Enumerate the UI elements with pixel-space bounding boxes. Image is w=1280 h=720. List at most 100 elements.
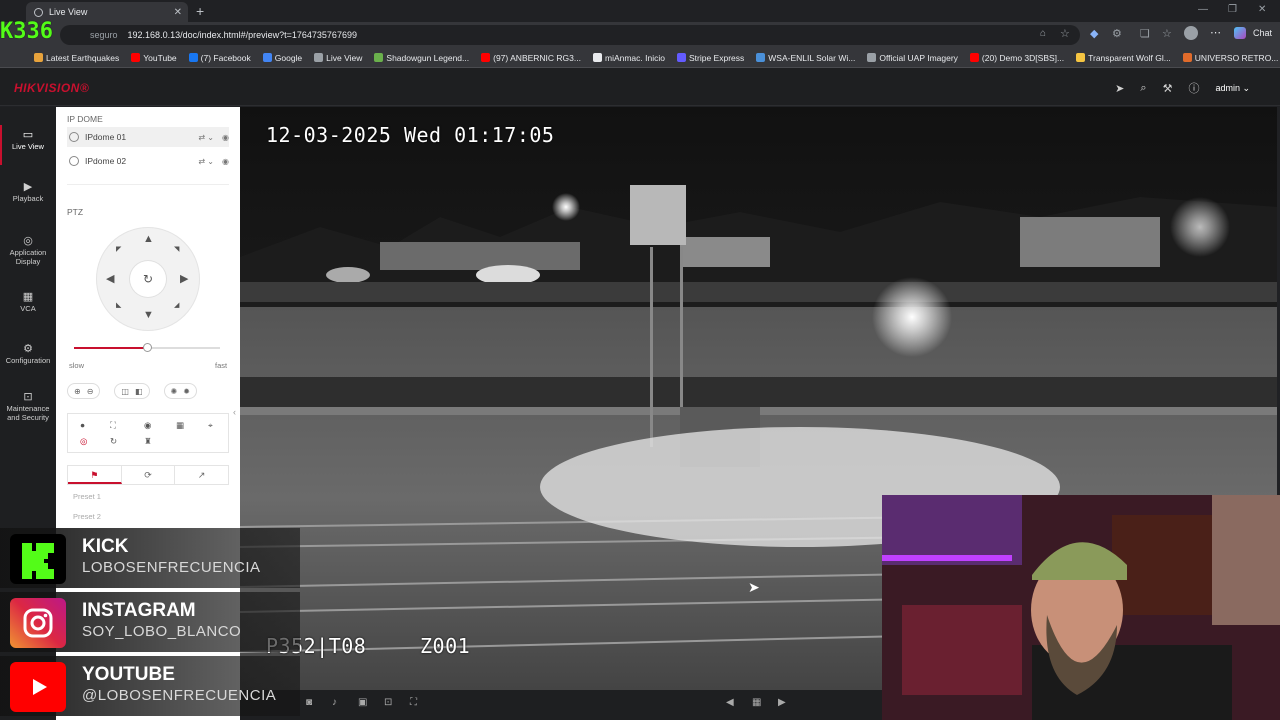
close-window-icon[interactable]: ✕ (1258, 4, 1266, 15)
split-view-icon[interactable]: ❏ (1140, 27, 1150, 40)
ptz-down-right-icon[interactable]: ◢ (174, 301, 179, 309)
ptz-direction-pad[interactable]: ▲ ▼ ◀ ▶ ◤ ◥ ◣ ◢ ↻ (96, 227, 200, 331)
bookmark-item[interactable]: YouTube (131, 53, 177, 63)
tab-patrol[interactable]: ⟳ (122, 466, 176, 484)
social-handle: SOY_LOBO_BLANCO (82, 623, 242, 640)
settings-shortcut-icon[interactable]: ⚒ (1163, 82, 1173, 95)
next-window-icon[interactable]: ▶ (778, 697, 786, 708)
iris-close-icon[interactable]: ✹ (183, 387, 190, 396)
focus-far-icon[interactable]: ◧ (135, 387, 143, 396)
preset-item[interactable]: Preset 1 (73, 492, 101, 501)
bookmark-item[interactable]: Google (262, 53, 302, 63)
browser-tab-bar: Live View ✕ + — ❐ ✕ (0, 0, 1280, 22)
light-icon[interactable]: ● (80, 420, 85, 430)
window-layout-icon[interactable]: ▦ (752, 697, 761, 708)
ptz-right-icon[interactable]: ▶ (180, 272, 188, 285)
install-icon[interactable]: ⌂ (1040, 28, 1046, 39)
speed-slow-label: slow (69, 361, 85, 370)
refresh-icon[interactable]: ↻ (110, 436, 117, 447)
bookmark-item[interactable]: Transparent Wolf Gl... (1076, 53, 1171, 63)
stream-select-icon[interactable]: ⇄ ⌄ (198, 157, 214, 166)
bookmark-item[interactable]: Latest Earthquakes (34, 53, 119, 63)
bookmark-item[interactable]: Live View (314, 53, 362, 63)
grid-icon[interactable]: ▦ (176, 420, 184, 431)
bookmark-item[interactable]: (7) Facebook (188, 53, 251, 63)
tab-presets[interactable]: ⚑ (68, 466, 122, 484)
zoom-out-icon[interactable]: ⊖ (87, 387, 94, 396)
bookmark-item[interactable]: WSA-ENLIL Solar Wi... (756, 53, 855, 63)
camera-item-1[interactable]: IPdome 01 ⇄ ⌄ ◉ (67, 127, 229, 147)
patrol-icon: ⟳ (144, 470, 152, 480)
chat-button[interactable]: Chat (1253, 28, 1272, 38)
extensions-icon[interactable]: ⚙ (1112, 27, 1122, 40)
zoom-in-icon[interactable]: ⊕ (74, 387, 81, 396)
park-icon[interactable]: ♜ (144, 436, 152, 447)
nav-item-vca[interactable]: ▦ VCA (0, 292, 56, 314)
tab-pattern[interactable]: ↗ (175, 466, 228, 484)
search-icon[interactable]: ⌕ (1140, 82, 1146, 95)
capture-icon[interactable]: ◙ (306, 697, 312, 708)
ptz-up-left-icon[interactable]: ◤ (116, 245, 121, 253)
digital-zoom-icon[interactable]: ⊡ (384, 697, 392, 708)
info-icon[interactable]: ⓘ (1188, 80, 1199, 96)
url-field[interactable]: seguro 192.168.0.13/doc/index.html#/prev… (60, 25, 1080, 45)
bookmark-item[interactable]: (97) ANBERNIC RG3... (481, 53, 581, 63)
nav-item-live-view[interactable]: ▭ Live View (0, 125, 56, 165)
area-zoom-icon[interactable]: ◎ (80, 436, 87, 447)
extension-shield-icon[interactable]: ◆ (1090, 27, 1098, 40)
ptz-down-left-icon[interactable]: ◣ (116, 301, 121, 309)
ptz-auto-scan-icon[interactable]: ↻ (130, 261, 166, 297)
copilot-icon[interactable] (1234, 27, 1246, 39)
bookmark-favicon-icon (1182, 53, 1192, 62)
new-tab-icon[interactable]: + (196, 3, 204, 19)
iris-open-icon[interactable]: ✺ (171, 387, 178, 396)
user-menu[interactable]: admin ⌄ (1215, 83, 1250, 94)
preset-item[interactable]: Preset 2 (73, 512, 101, 521)
bookmark-label: (97) ANBERNIC RG3... (493, 52, 581, 63)
profile-avatar[interactable] (1184, 26, 1198, 40)
star-icon[interactable]: ☆ (1060, 27, 1070, 40)
prev-window-icon[interactable]: ◀ (726, 697, 734, 708)
fullscreen-icon[interactable]: ⛶ (410, 697, 417, 708)
focus-near-icon[interactable]: ◫ (121, 387, 129, 396)
social-youtube: YOUTUBE @LOBOSENFRECUENCIA (0, 656, 300, 716)
more-menu-icon[interactable]: ⋯ (1210, 26, 1221, 39)
stream-select-icon[interactable]: ⇄ ⌄ (198, 133, 214, 142)
focus-icon[interactable]: ⛶ (110, 420, 116, 431)
ptz-speed-slider[interactable] (74, 343, 220, 352)
bookmark-item[interactable]: UNIVERSO RETRO... (1182, 53, 1278, 63)
nav-item-maintenance-and-security[interactable]: ⊡ Maintenance and Security (0, 392, 56, 423)
ptz-up-icon[interactable]: ▲ (143, 233, 154, 245)
nav-item-configuration[interactable]: ⚙ Configuration (0, 344, 56, 366)
maximize-icon[interactable]: ❐ (1228, 4, 1237, 15)
ptz-left-icon[interactable]: ◀ (106, 272, 114, 285)
record-clip-icon[interactable]: ▣ (358, 697, 367, 708)
nav-item-application-display[interactable]: ◎ Application Display (0, 236, 56, 267)
bookmark-item[interactable]: Stripe Express (676, 53, 744, 63)
bookmark-item[interactable]: (20) Demo 3D[SBS]... (969, 53, 1064, 63)
record-icon[interactable]: ◉ (222, 133, 229, 142)
close-tab-icon[interactable]: ✕ (174, 7, 182, 18)
slider-knob[interactable] (143, 343, 152, 352)
bookmark-label: miAnmac. Inicio (604, 52, 665, 63)
collapse-panel-icon[interactable]: ‹ (233, 407, 236, 417)
ptz-down-icon[interactable]: ▼ (143, 309, 154, 321)
favorites-icon[interactable]: ☆ (1162, 27, 1172, 40)
camera-item-2[interactable]: IPdome 02 ⇄ ⌄ ◉ (67, 151, 229, 171)
record-icon[interactable]: ◉ (222, 157, 229, 166)
bookmark-item[interactable]: miAnmac. Inicio (592, 52, 665, 63)
camera-name: IPdome 02 (85, 156, 127, 166)
ptz-up-right-icon[interactable]: ◥ (174, 245, 179, 253)
send-icon[interactable]: ➤ (1115, 82, 1124, 95)
minimize-icon[interactable]: — (1198, 4, 1208, 15)
bookmark-item[interactable]: Official UAP Imagery (867, 53, 958, 63)
bookmark-favicon-icon (314, 53, 324, 62)
bookmark-item[interactable]: Shadowgun Legend... (374, 53, 469, 63)
audio-icon[interactable]: ♪ (332, 697, 337, 708)
nav-item-playback[interactable]: ▶ Playback (0, 182, 56, 204)
iris-group: ✺ ✹ (163, 383, 197, 399)
bookmark-favicon-icon (131, 53, 141, 62)
manual-tracking-icon[interactable]: ⌖ (208, 420, 213, 431)
wiper-icon[interactable]: ◉ (144, 420, 151, 431)
address-bar: seguro 192.168.0.13/doc/index.html#/prev… (0, 22, 1280, 48)
